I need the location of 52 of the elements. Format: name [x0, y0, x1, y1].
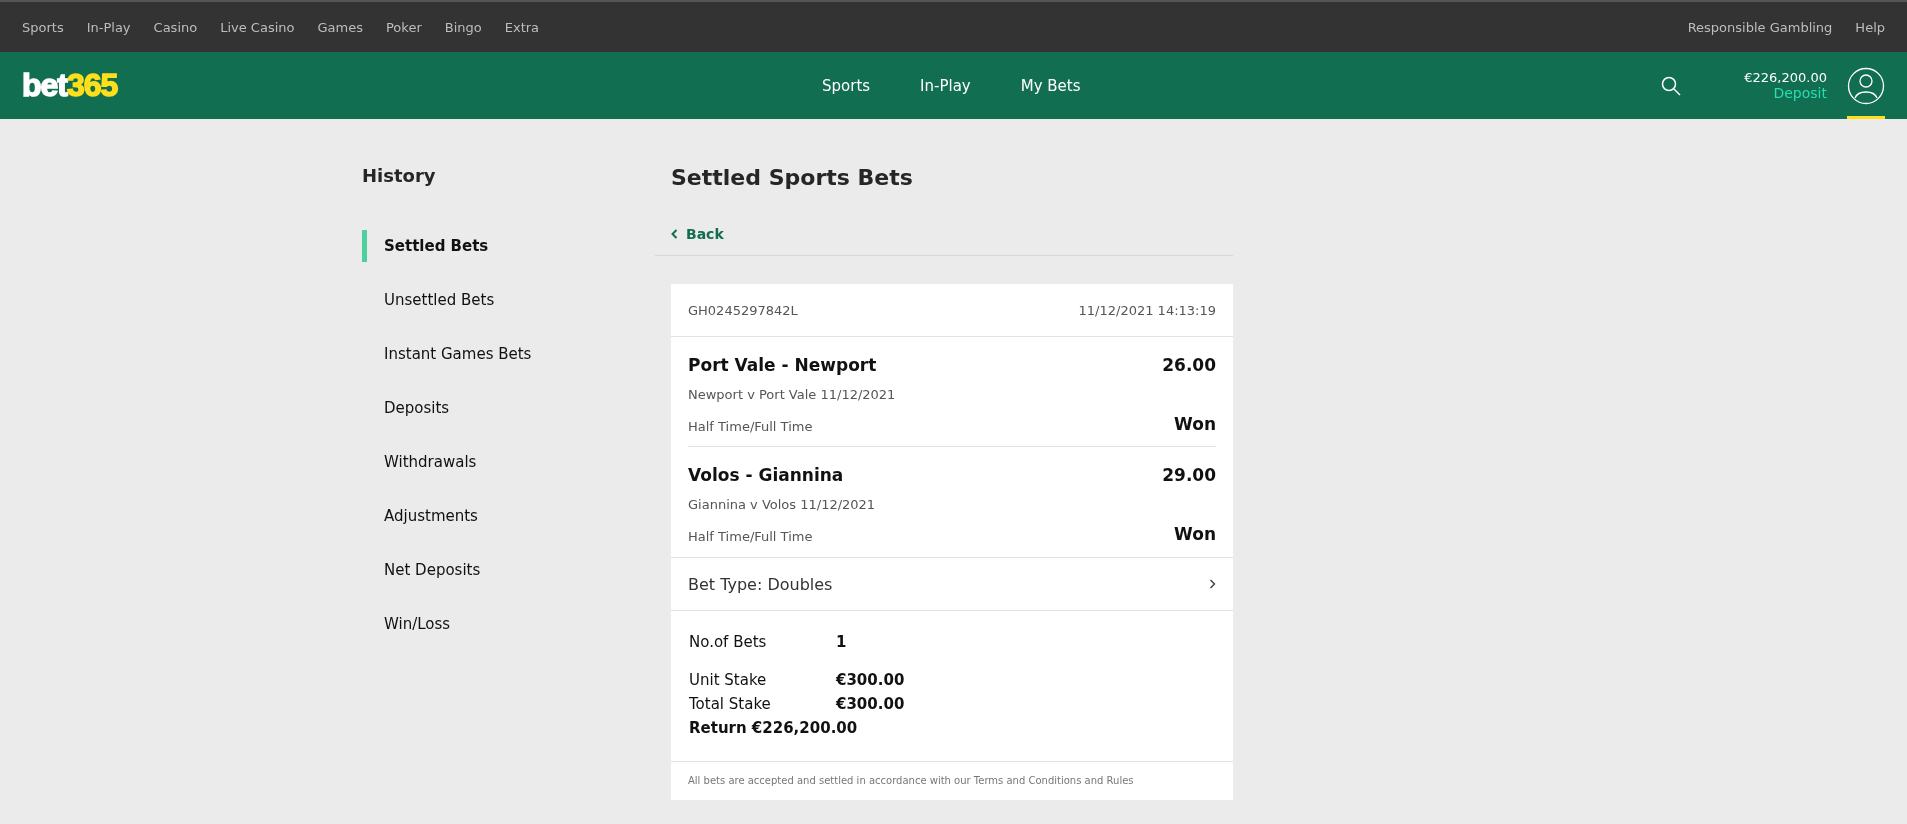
- top-nav-link[interactable]: In-Play: [86, 19, 131, 35]
- sidebar-item[interactable]: Settled Bets: [362, 230, 655, 262]
- top-nav-link[interactable]: Games: [317, 19, 363, 35]
- selection-result: Won: [1173, 414, 1216, 434]
- top-nav-link[interactable]: Live Casino: [220, 19, 295, 35]
- event-name: Giannina v Volos 11/12/2021: [688, 497, 877, 512]
- deposit-link[interactable]: Deposit: [1773, 85, 1827, 101]
- top-nav-link[interactable]: Extra: [504, 19, 540, 35]
- market-name: Half Time/Full Time: [688, 529, 814, 544]
- terms-note: All bets are accepted and settled in accordance with our Terms and Conditions and Rules: [687, 774, 1135, 788]
- return-amount: Return €226,200.00: [689, 719, 859, 737]
- top-nav-link[interactable]: Poker: [386, 19, 422, 35]
- summary-value: €300.00: [836, 671, 906, 689]
- selection-name: Port Vale - Newport: [688, 355, 878, 375]
- summary-label: No.of Bets: [689, 633, 768, 651]
- chevron-left-icon: [671, 229, 678, 239]
- top-nav-link[interactable]: Help: [1855, 19, 1885, 35]
- selection-name: Volos - Giannina: [688, 465, 845, 485]
- search-icon[interactable]: [1660, 74, 1683, 97]
- chevron-right-icon: [1209, 579, 1216, 589]
- selection-result: Won: [1173, 524, 1216, 544]
- market-name: Half Time/Full Time: [688, 419, 814, 434]
- account-icon[interactable]: [1847, 66, 1885, 105]
- selection-odds: 26.00: [1162, 355, 1216, 375]
- top-nav-link[interactable]: Bingo: [444, 19, 482, 35]
- top-nav-link[interactable]: Sports: [22, 19, 64, 35]
- main-nav-link[interactable]: In-Play: [920, 76, 971, 95]
- main-nav-link[interactable]: Sports: [822, 76, 871, 95]
- sidebar-title: History: [362, 165, 437, 186]
- selection-odds: 29.00: [1162, 465, 1216, 485]
- summary-value: €300.00: [836, 695, 906, 713]
- back-link[interactable]: Back: [671, 226, 724, 242]
- main-nav-link[interactable]: My Bets: [1020, 76, 1081, 95]
- event-name: Newport v Port Vale 11/12/2021: [688, 387, 897, 402]
- sidebar-item[interactable]: Win/Loss: [362, 608, 655, 640]
- summary-label: Total Stake: [689, 695, 772, 713]
- sidebar-item[interactable]: Unsettled Bets: [362, 284, 655, 316]
- sidebar-item[interactable]: Deposits: [362, 392, 655, 424]
- sidebar-item[interactable]: Instant Games Bets: [362, 338, 655, 370]
- bet-type-row[interactable]: Bet Type: Doubles: [671, 557, 1233, 611]
- top-nav-link[interactable]: Responsible Gambling: [1687, 19, 1833, 35]
- sidebar-item[interactable]: Adjustments: [362, 500, 655, 532]
- summary-label: Unit Stake: [689, 671, 768, 689]
- sidebar-item[interactable]: Withdrawals: [362, 446, 655, 478]
- summary-value: 1: [836, 633, 848, 651]
- top-nav-link[interactable]: Casino: [153, 19, 198, 35]
- bet-datetime: 11/12/2021 14:13:19: [1078, 302, 1216, 318]
- sidebar-item[interactable]: Net Deposits: [362, 554, 655, 586]
- logo[interactable]: bet365: [22, 67, 622, 104]
- page-title: Settled Sports Bets: [671, 165, 914, 190]
- balance: €226,200.00: [1744, 70, 1827, 85]
- bet-reference: GH0245297842L: [688, 302, 798, 318]
